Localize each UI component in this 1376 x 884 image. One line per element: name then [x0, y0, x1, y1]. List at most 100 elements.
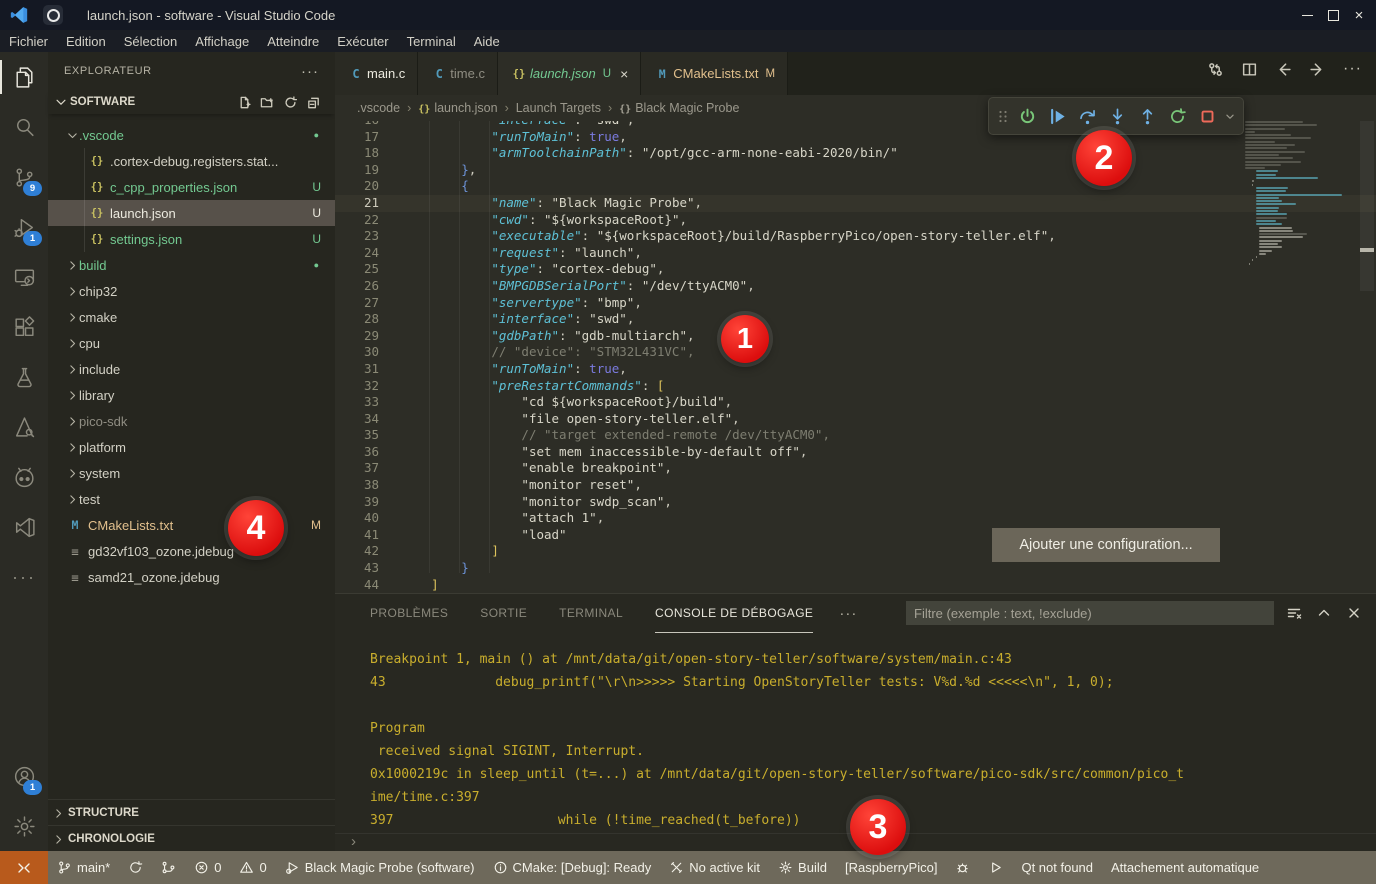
- code-line[interactable]: 34 "file open-story-teller.elf",: [335, 411, 1376, 428]
- code-line[interactable]: 27 "servertype": "bmp",: [335, 295, 1376, 312]
- tree-item[interactable]: platform: [48, 434, 335, 460]
- status-item-no-active-kit[interactable]: No active kit: [660, 860, 769, 875]
- code-line[interactable]: 24 "request": "launch",: [335, 245, 1376, 262]
- tree-item[interactable]: chip32: [48, 278, 335, 304]
- code-line[interactable]: 30 // "device": "STM32L431VC",: [335, 344, 1376, 361]
- tree-item[interactable]: {}launch.jsonU: [48, 200, 335, 226]
- activity-explorer[interactable]: [0, 52, 48, 102]
- code-line[interactable]: 26 "BMPGDBSerialPort": "/dev/ttyACM0",: [335, 278, 1376, 295]
- menu-aide[interactable]: Aide: [465, 34, 509, 49]
- code-line[interactable]: 43 }: [335, 560, 1376, 577]
- code-line[interactable]: 28 "interface": "swd",: [335, 311, 1376, 328]
- workspace-section-header[interactable]: SOFTWARE: [48, 90, 335, 114]
- new-file-icon[interactable]: [237, 95, 252, 110]
- tree-item[interactable]: {}.cortex-debug.registers.stat...: [48, 148, 335, 174]
- maximize-button[interactable]: [1320, 3, 1346, 27]
- status-item-main-[interactable]: main*: [48, 860, 119, 875]
- tree-item[interactable]: library: [48, 382, 335, 408]
- remote-indicator[interactable]: [0, 851, 48, 884]
- status-item-build[interactable]: Build: [769, 860, 836, 875]
- close-button[interactable]: ×: [1346, 3, 1372, 27]
- code-line[interactable]: 25 "type": "cortex-debug",: [335, 261, 1376, 278]
- menu-fichier[interactable]: Fichier: [0, 34, 57, 49]
- activity-testing[interactable]: [0, 352, 48, 402]
- clear-console-icon[interactable]: [1286, 605, 1302, 621]
- new-folder-icon[interactable]: [260, 95, 275, 110]
- code-line[interactable]: 23 "executable": "${workspaceRoot}/build…: [335, 228, 1376, 245]
- tree-item[interactable]: ≡gd32vf103_ozone.jdebug: [48, 538, 335, 564]
- activity-search[interactable]: [0, 102, 48, 152]
- code-line[interactable]: 29 "gdbPath": "gdb-multiarch",: [335, 328, 1376, 345]
- status-item--raspberrypico-[interactable]: [RaspberryPico]: [836, 860, 946, 875]
- tree-item[interactable]: cpu: [48, 330, 335, 356]
- activity-run-debug[interactable]: 1: [0, 202, 48, 252]
- activity-account[interactable]: 1: [0, 751, 48, 801]
- breadcrumb-item[interactable]: {}launch.json: [418, 101, 497, 115]
- panel-tab-terminal[interactable]: TERMINAL: [559, 594, 623, 632]
- code-line[interactable]: 37 "enable breakpoint",: [335, 460, 1376, 477]
- code-line[interactable]: 36 "set mem inaccessible-by-default off"…: [335, 444, 1376, 461]
- panel-tab-console-de-débogage[interactable]: CONSOLE DE DÉBOGAGE: [655, 594, 813, 633]
- code-line[interactable]: 31 "runToMain": true,: [335, 361, 1376, 378]
- code-line[interactable]: 38 "monitor reset",: [335, 477, 1376, 494]
- tree-item[interactable]: test: [48, 486, 335, 512]
- menu-exécuter[interactable]: Exécuter: [328, 34, 397, 49]
- minimize-button[interactable]: [1294, 3, 1320, 27]
- panel-more-icon[interactable]: ···: [839, 605, 857, 622]
- activity-platformio[interactable]: [0, 452, 48, 502]
- code-line[interactable]: 35 // "target extended-remote /dev/ttyAC…: [335, 427, 1376, 444]
- status-item-black-magic-probe-software-[interactable]: Black Magic Probe (software): [276, 860, 484, 875]
- menu-terminal[interactable]: Terminal: [398, 34, 465, 49]
- sidebar-more-icon[interactable]: ···: [301, 63, 319, 80]
- breadcrumb-item[interactable]: {}Black Magic Probe: [619, 101, 739, 115]
- tree-item[interactable]: {}c_cpp_properties.jsonU: [48, 174, 335, 200]
- tree-item[interactable]: build●: [48, 252, 335, 278]
- status-item-attachement-automatique[interactable]: Attachement automatique: [1102, 860, 1268, 875]
- navigate-back-icon[interactable]: [1275, 61, 1292, 78]
- tree-item[interactable]: include: [48, 356, 335, 382]
- add-configuration-button[interactable]: Ajouter une configuration...: [992, 528, 1220, 562]
- activity-settings[interactable]: [0, 801, 48, 851]
- menu-sélection[interactable]: Sélection: [115, 34, 186, 49]
- tab-main.c[interactable]: Cmain.c: [335, 52, 418, 95]
- activity-remote-explorer[interactable]: [0, 252, 48, 302]
- close-panel-icon[interactable]: [1346, 605, 1362, 621]
- code-line[interactable]: 21 "name": "Black Magic Probe",: [335, 195, 1376, 212]
- power-button[interactable]: [1013, 102, 1041, 130]
- code-line[interactable]: 22 "cwd": "${workspaceRoot}",: [335, 212, 1376, 229]
- activity-extensions[interactable]: [0, 302, 48, 352]
- toolbar-grip-icon[interactable]: [995, 102, 1011, 130]
- tab-time.c[interactable]: Ctime.c: [418, 52, 498, 95]
- panel-tab-problèmes[interactable]: PROBLÈMES: [370, 594, 448, 632]
- code-line[interactable]: 20 {: [335, 178, 1376, 195]
- step-out-button[interactable]: [1133, 102, 1161, 130]
- tree-item[interactable]: cmake: [48, 304, 335, 330]
- toolbar-chevron-down-icon[interactable]: [1223, 102, 1237, 130]
- status-item[interactable]: [152, 860, 185, 875]
- status-item-0[interactable]: 0: [230, 860, 275, 875]
- breadcrumb-item[interactable]: Launch Targets: [516, 101, 601, 115]
- activity-cmake[interactable]: [0, 402, 48, 452]
- status-item[interactable]: [979, 860, 1012, 875]
- close-tab-icon[interactable]: ×: [620, 66, 628, 82]
- continue-button[interactable]: [1043, 102, 1071, 130]
- restart-button[interactable]: [1163, 102, 1191, 130]
- activity-more[interactable]: ···: [0, 552, 48, 602]
- editor-more-icon[interactable]: ···: [1343, 60, 1362, 78]
- code-editor[interactable]: 16 "interface": "swd",17 "runToMain": tr…: [335, 121, 1376, 593]
- tab-CMakeLists.txt[interactable]: MCMakeLists.txtM: [641, 52, 788, 95]
- maximize-panel-icon[interactable]: [1316, 605, 1332, 621]
- section-chronologie[interactable]: CHRONOLOGIE: [48, 825, 335, 852]
- breadcrumb-item[interactable]: .vscode: [357, 101, 400, 115]
- stop-button[interactable]: [1193, 102, 1221, 130]
- tree-item[interactable]: {}settings.jsonU: [48, 226, 335, 252]
- editor-scrollbar[interactable]: [1360, 121, 1374, 593]
- code-line[interactable]: 39 "monitor swdp_scan",: [335, 494, 1376, 511]
- activity-source-control[interactable]: 9: [0, 152, 48, 202]
- debug-filter-input[interactable]: [906, 601, 1274, 625]
- minimap[interactable]: [1245, 121, 1355, 266]
- step-over-button[interactable]: [1073, 102, 1101, 130]
- status-item[interactable]: [946, 860, 979, 875]
- activity-visual-studio[interactable]: [0, 502, 48, 552]
- status-item-0[interactable]: 0: [185, 860, 230, 875]
